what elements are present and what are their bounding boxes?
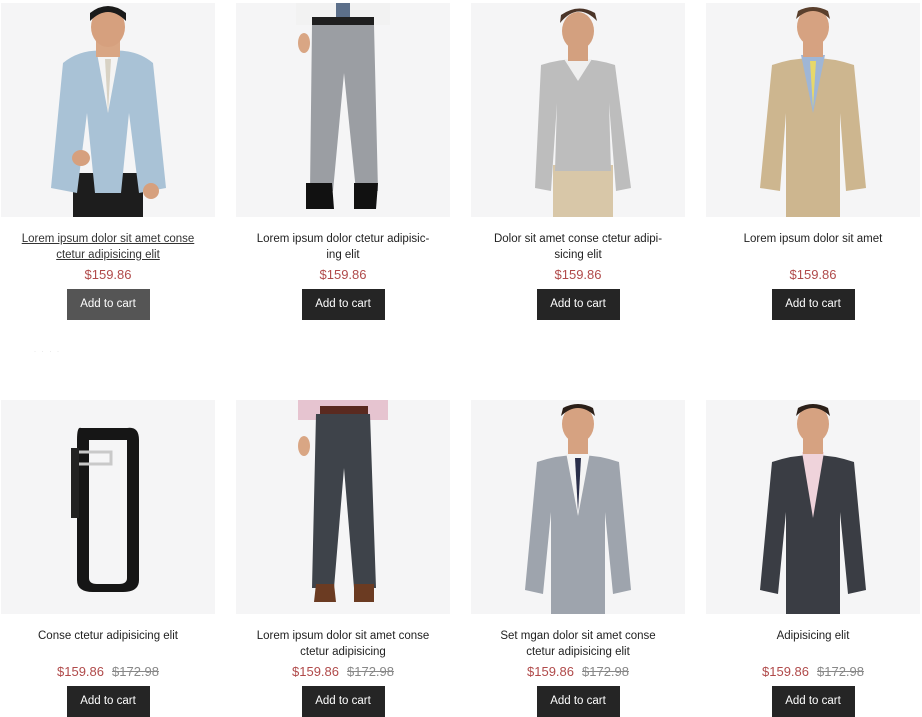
price: $159.86 — [292, 664, 339, 679]
decorative-dots: · · · · — [34, 349, 61, 355]
add-to-cart-button[interactable]: Add to cart — [771, 289, 855, 320]
add-to-cart-button[interactable]: Add to cart — [536, 686, 620, 717]
old-price: $172.98 — [817, 664, 864, 679]
price: $159.86 — [789, 267, 837, 282]
add-to-cart-button[interactable]: Add to cart — [301, 686, 385, 717]
old-price: $172.98 — [347, 664, 394, 679]
product-title-link[interactable]: Lorem ipsum dolor sit amet conse ctetur … — [1, 231, 215, 265]
price: $159.86 — [84, 267, 132, 282]
product-image-charcoal-trousers[interactable] — [236, 400, 450, 614]
product-card: Lorem ipsum dolor sit amet conse ctetur … — [236, 400, 450, 717]
product-title[interactable]: Set mgan dolor sit amet conse ctetur adi… — [471, 628, 685, 662]
product-title[interactable]: Dolor sit amet conse ctetur adipi-sicing… — [471, 231, 685, 265]
price: $159.86 — [762, 664, 809, 679]
product-title[interactable]: Lorem ipsum dolor sit amet — [706, 231, 920, 265]
price-row: $159.86 $172.98 — [236, 664, 450, 684]
product-image-grey-suit[interactable] — [471, 400, 685, 614]
product-image-grey-sweater[interactable] — [471, 3, 685, 217]
product-title[interactable]: Adipisicing elit — [706, 628, 920, 662]
product-grid: Lorem ipsum dolor sit amet conse ctetur … — [0, 0, 922, 717]
old-price: $172.98 — [112, 664, 159, 679]
add-to-cart-button[interactable]: Add to cart — [301, 289, 385, 320]
product-image-black-belt[interactable] — [1, 400, 215, 614]
price-row: $159.86 — [236, 267, 450, 287]
price-row: $159.86 — [471, 267, 685, 287]
product-card: Adipisicing elit $159.86 $172.98 Add to c… — [706, 400, 920, 717]
price-row: $159.86 — [1, 267, 215, 287]
product-card: Set mgan dolor sit amet conse ctetur adi… — [471, 400, 685, 717]
product-title[interactable]: Lorem ipsum dolor ctetur adipisic-ing el… — [236, 231, 450, 265]
product-card: Dolor sit amet conse ctetur adipi-sicing… — [471, 3, 685, 320]
product-image-light-blue-blazer[interactable] — [1, 3, 215, 217]
add-to-cart-button[interactable]: Add to cart — [66, 289, 150, 320]
product-image-grey-trousers[interactable] — [236, 3, 450, 217]
product-card: Conse ctetur adipisicing elit $159.86 $17… — [1, 400, 215, 717]
product-title[interactable]: Conse ctetur adipisicing elit — [1, 628, 215, 662]
product-card: Lorem ipsum dolor sit amet $159.86 Add t… — [706, 3, 920, 320]
price-row: $159.86 $172.98 — [706, 664, 920, 684]
add-to-cart-button[interactable]: Add to cart — [771, 686, 855, 717]
price: $159.86 — [319, 267, 367, 282]
product-image-pinstripe-suit[interactable] — [706, 400, 920, 614]
product-card: Lorem ipsum dolor sit amet conse ctetur … — [1, 3, 215, 320]
product-title[interactable]: Lorem ipsum dolor sit amet conse ctetur … — [236, 628, 450, 662]
product-card: Lorem ipsum dolor ctetur adipisic-ing el… — [236, 3, 450, 320]
price-row: $159.86 $172.98 — [1, 664, 215, 684]
add-to-cart-button[interactable]: Add to cart — [66, 686, 150, 717]
product-image-tan-suit[interactable] — [706, 3, 920, 217]
price-row: $159.86 $172.98 — [471, 664, 685, 684]
price-row: $159.86 — [706, 267, 920, 287]
price: $159.86 — [554, 267, 602, 282]
old-price: $172.98 — [582, 664, 629, 679]
price: $159.86 — [57, 664, 104, 679]
price: $159.86 — [527, 664, 574, 679]
add-to-cart-button[interactable]: Add to cart — [536, 289, 620, 320]
